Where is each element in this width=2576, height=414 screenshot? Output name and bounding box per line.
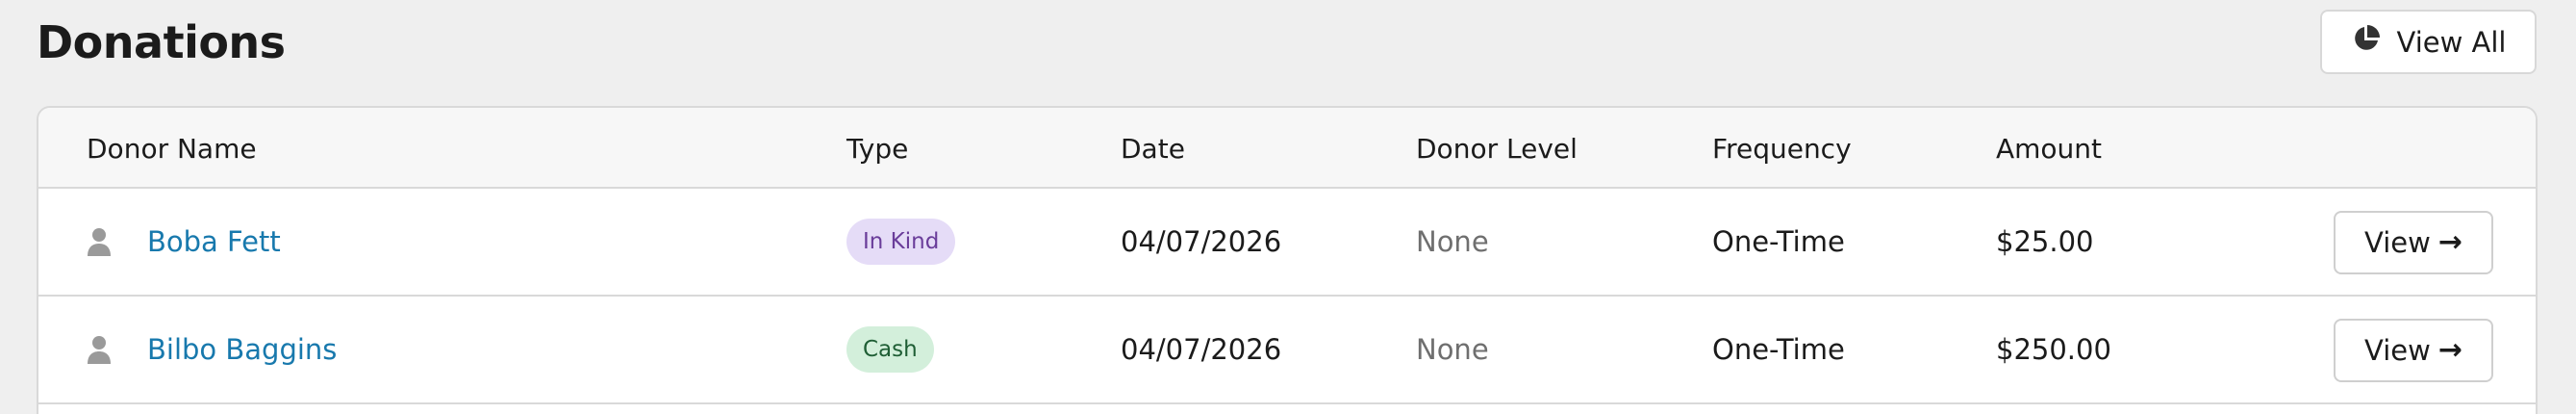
column-header-type: Type [846,132,909,165]
view-button-label: View [2364,334,2431,367]
table-header: Donor Name Type Date Donor Level Frequen… [38,108,2536,189]
column-header-donor-name: Donor Name [87,132,257,165]
view-button-label: View [2364,226,2431,259]
date-cell: 04/07/2026 [1121,225,1282,258]
donations-page: Donations View All Donor Name Type Date … [0,0,2576,414]
view-all-label: View All [2396,25,2507,59]
column-header-frequency: Frequency [1712,132,1852,165]
arrow-right-icon: → [2437,333,2462,367]
type-badge: Cash [846,326,934,373]
view-all-button[interactable]: View All [2320,10,2537,74]
donations-table: Donor Name Type Date Donor Level Frequen… [37,106,2538,414]
person-icon [85,189,114,295]
type-badge: In Kind [846,219,956,265]
frequency-cell: One-Time [1712,333,1845,366]
amount-cell: $250.00 [1996,333,2111,366]
table-row: Boba Fett In Kind 04/07/2026 None One-Ti… [38,189,2536,297]
column-header-date: Date [1121,132,1185,165]
donor-name-link[interactable]: Bilbo Baggins [147,333,337,366]
column-header-amount: Amount [1996,132,2103,165]
view-donation-button[interactable]: View → [2334,319,2493,382]
person-icon [85,297,114,402]
date-cell: 04/07/2026 [1121,333,1282,366]
page-title: Donations [37,16,286,68]
table-row: Bilbo Baggins Cash 04/07/2026 None One-T… [38,297,2536,404]
amount-cell: $25.00 [1996,225,2094,258]
column-header-donor-level: Donor Level [1416,132,1578,165]
donor-level-cell: None [1416,333,1489,366]
donor-level-cell: None [1416,225,1489,258]
donor-name-link[interactable]: Boba Fett [147,225,281,258]
arrow-right-icon: → [2437,225,2462,259]
pie-chart-icon [2351,23,2382,61]
view-donation-button[interactable]: View → [2334,211,2493,274]
frequency-cell: One-Time [1712,225,1845,258]
